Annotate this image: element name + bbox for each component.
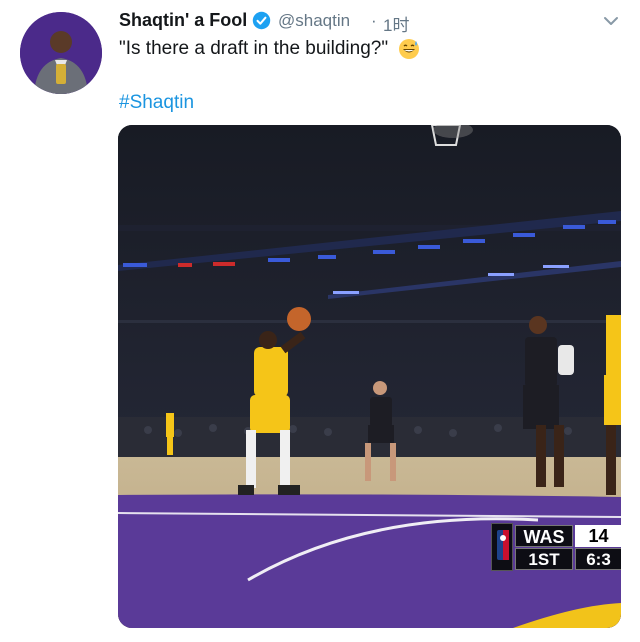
avatar[interactable] [20, 12, 102, 94]
display-name[interactable]: Shaqtin' a Fool [119, 10, 247, 31]
team-score: 14 [575, 525, 621, 547]
media-video[interactable]: WAS 14 1ST 6:3 [118, 125, 621, 628]
handle[interactable]: @shaqtin [278, 11, 350, 31]
timestamp[interactable]: 1时 [383, 11, 409, 36]
separator-dot: · [371, 11, 377, 30]
game-clock: 6:3 [575, 548, 621, 570]
game-period: 1ST [515, 548, 573, 570]
nba-logo-icon [491, 523, 513, 571]
chevron-down-icon[interactable] [602, 12, 620, 30]
player-background [166, 413, 174, 455]
avatar-image [20, 12, 102, 94]
verified-badge-icon [252, 11, 271, 30]
team-abbrev: WAS [515, 525, 573, 547]
grinning-sweat-emoji-icon [399, 39, 419, 59]
tweet-text: "Is there a draft in the building?" [119, 38, 389, 59]
tweet-header: Shaqtin' a Fool @shaqtin · 1时 [119, 8, 620, 36]
scorebug: WAS 14 1ST 6:3 [491, 523, 621, 571]
hashtag-link[interactable]: #Shaqtin [119, 92, 194, 114]
